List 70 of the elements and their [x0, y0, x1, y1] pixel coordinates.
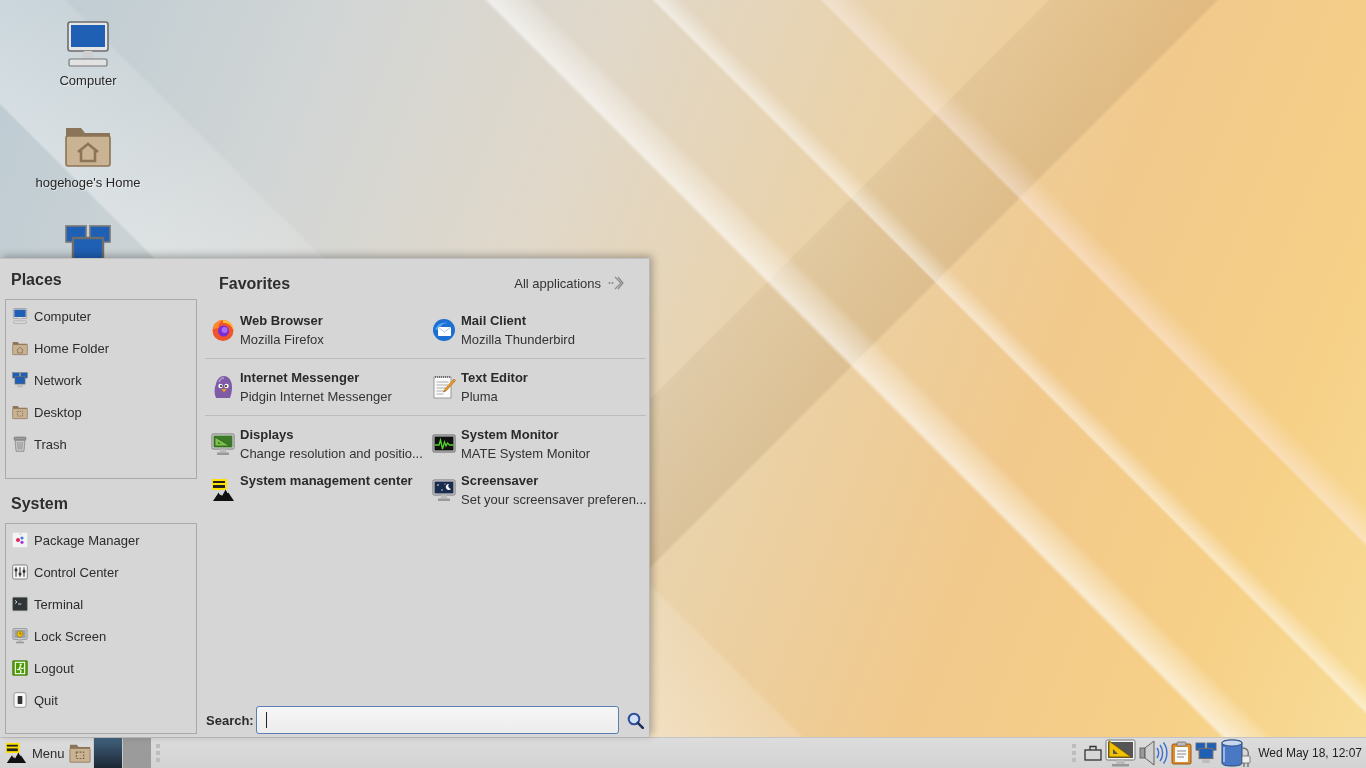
grip-handle-icon[interactable] [155, 744, 160, 762]
app-name[interactable]: Screensaver [461, 471, 646, 490]
places-menu-item[interactable]: Trash [6, 428, 196, 460]
app-description: Change resolution and positio... [240, 445, 423, 463]
monitor-icon[interactable] [64, 20, 112, 68]
briefcase-icon[interactable] [1084, 745, 1103, 761]
home-folder-icon [12, 340, 28, 356]
battery-plug-icon[interactable] [1220, 738, 1252, 768]
places-menu-item[interactable]: Home Folder [6, 332, 196, 364]
folder-icon [12, 404, 28, 420]
menu-button[interactable]: Menu [0, 738, 69, 768]
workspace-thumbnail[interactable] [121, 738, 151, 768]
search-icon[interactable] [627, 711, 644, 729]
system-menu-item[interactable]: Control Center [6, 556, 196, 588]
display-ruler-icon[interactable] [211, 432, 235, 456]
places-menu-item[interactable]: Computer [6, 300, 196, 332]
app-description: Set your screensaver preferen... [461, 491, 646, 509]
monitor-graph-icon[interactable] [432, 432, 456, 456]
app-description: Mozilla Firefox [240, 331, 324, 349]
app-name[interactable]: Mail Client [461, 311, 575, 330]
section-heading: Favorites [218, 275, 291, 293]
exit-sign-icon [12, 660, 28, 676]
clipboard-icon[interactable] [1171, 741, 1193, 765]
network-monitors-icon [12, 372, 28, 388]
places-menu-item[interactable]: Desktop [6, 396, 196, 428]
section-heading: Places [10, 270, 63, 290]
workspace-thumbnail[interactable] [92, 738, 122, 768]
app-description: Pidgin Internet Messenger [240, 388, 392, 406]
system-menu-item[interactable]: Lock Screen [6, 620, 196, 652]
desktop-icon-label[interactable]: Computer [59, 73, 117, 88]
app-name[interactable]: Text Editor [461, 368, 528, 387]
notepad-pencil-icon[interactable] [432, 375, 456, 399]
logo-icon [5, 742, 27, 764]
app-name[interactable]: System Monitor [461, 425, 591, 444]
grip-handle-icon[interactable] [1072, 744, 1077, 762]
package-icon [12, 532, 28, 548]
text-cursor-icon [266, 712, 267, 728]
sliders-icon [12, 564, 28, 580]
system-menu-item[interactable]: Quit [6, 684, 196, 716]
trash-icon [12, 436, 28, 452]
system-menu-item[interactable]: Package Manager [6, 524, 196, 556]
app-description: MATE System Monitor [461, 445, 591, 463]
search-label: Search: [205, 712, 255, 728]
speaker-icon[interactable] [1139, 740, 1169, 766]
browser-icon[interactable] [211, 318, 235, 342]
monitor-padlock-icon [12, 628, 28, 644]
all-applications-button[interactable]: All applications [514, 275, 624, 291]
system-menu-item[interactable]: Terminal [6, 588, 196, 620]
folder-icon[interactable] [68, 742, 91, 764]
app-description: Mozilla Thunderbird [461, 331, 575, 349]
app-name[interactable]: Internet Messenger [240, 368, 392, 387]
system-menu-item[interactable]: Logout [6, 652, 196, 684]
section-heading: System [10, 494, 69, 514]
app-description: Pluma [461, 388, 499, 406]
monitor-icon [12, 308, 28, 324]
monitor-stars-icon[interactable] [432, 478, 456, 502]
display-ruler-icon[interactable] [1105, 739, 1137, 767]
app-name[interactable]: System management center [240, 471, 413, 490]
app-name[interactable]: Web Browser [240, 311, 324, 330]
mail-icon[interactable] [432, 318, 456, 342]
chevron-right-icon [608, 276, 624, 290]
places-menu-item[interactable]: Network [6, 364, 196, 396]
device-icon [12, 692, 28, 708]
app-name[interactable]: Displays [240, 425, 423, 444]
network-monitors-icon[interactable] [1195, 742, 1218, 764]
terminal-icon [12, 596, 28, 612]
desktop-icon-label[interactable]: hogehoge's Home [35, 175, 141, 190]
search-field[interactable] [256, 706, 619, 734]
logo-icon[interactable] [211, 478, 235, 502]
clock[interactable]: Wed May 18, 12:07 [1254, 746, 1366, 760]
